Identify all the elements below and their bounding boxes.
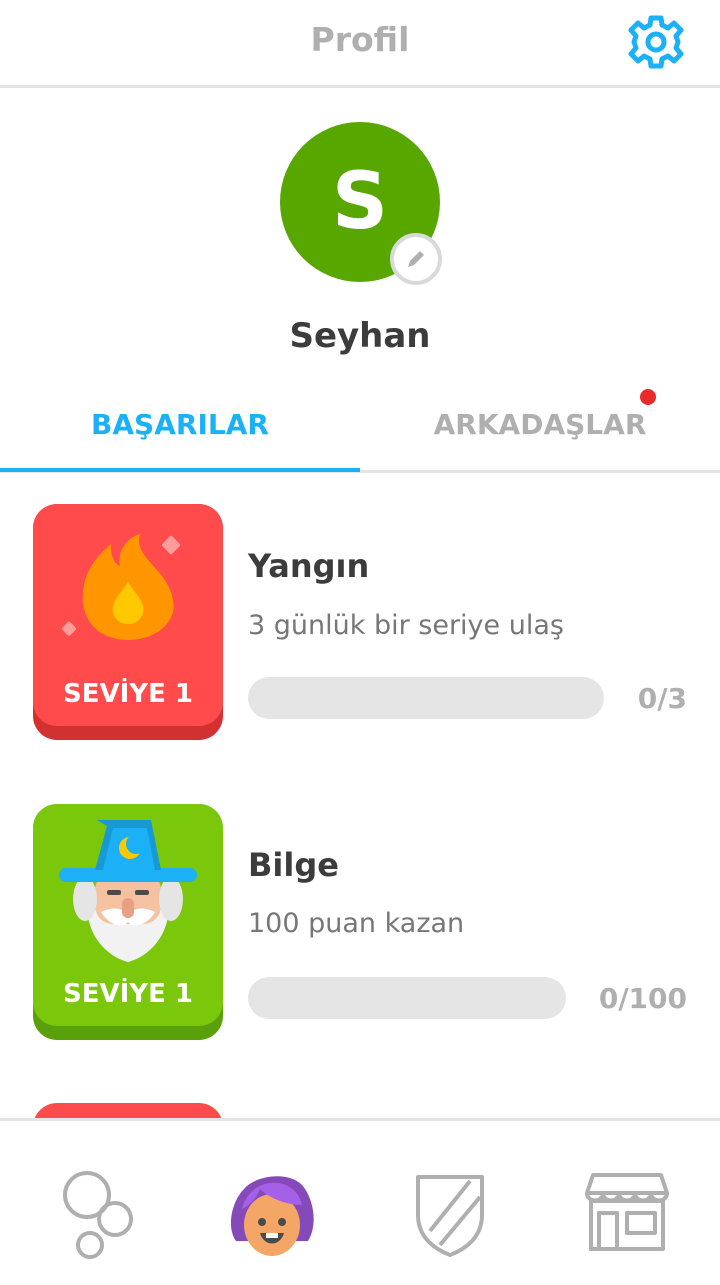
nav-learn[interactable]: [45, 1161, 145, 1261]
achievement-badge-wizard[interactable]: SEVİYE 1: [33, 804, 223, 1040]
bottom-nav: [0, 1118, 720, 1285]
achievement-progress-text: 0/3: [637, 682, 687, 715]
badge-level-label: SEVİYE 1: [62, 979, 193, 1009]
gear-icon[interactable]: [626, 12, 686, 72]
edit-avatar-button[interactable]: [390, 233, 442, 285]
shop-icon: [585, 1173, 669, 1251]
notification-dot: [640, 389, 656, 405]
badge-face: SEVİYE 1: [33, 504, 223, 726]
flame-icon: [62, 534, 181, 640]
nav-shop[interactable]: [577, 1161, 677, 1261]
achievement-title: Yangın: [248, 547, 370, 585]
page-title: Profil: [310, 20, 410, 59]
badge-level-label: SEVİYE 1: [62, 679, 193, 709]
pencil-icon: [408, 251, 424, 267]
avatar-letter: S: [331, 157, 389, 247]
achievement-description: 3 günlük bir seriye ulaş: [248, 610, 564, 641]
top-bar: Profil: [0, 0, 720, 88]
achievement-title: Bilge: [248, 846, 339, 884]
tab-friends[interactable]: ARKADAŞLAR: [360, 395, 720, 473]
shield-icon: [416, 1175, 484, 1257]
badge-face: SEVİYE 1: [33, 804, 223, 1026]
nav-leagues[interactable]: [400, 1161, 500, 1261]
tab-achievements[interactable]: BAŞARILAR: [0, 395, 360, 472]
profile-tabs: BAŞARILAR ARKADAŞLAR: [0, 395, 720, 473]
achievement-progress-bar: [248, 977, 566, 1019]
wizard-icon: [59, 820, 197, 962]
achievement-badge-fire[interactable]: SEVİYE 1: [33, 504, 223, 740]
nav-profile[interactable]: [222, 1161, 322, 1261]
bubbles-icon: [63, 1171, 133, 1259]
username: Seyhan: [289, 316, 431, 356]
achievement-description: 100 puan kazan: [248, 908, 465, 939]
achievement-progress-bar: [248, 677, 604, 719]
achievement-progress-text: 0/100: [598, 982, 687, 1015]
profile-face-icon: [230, 1176, 314, 1256]
